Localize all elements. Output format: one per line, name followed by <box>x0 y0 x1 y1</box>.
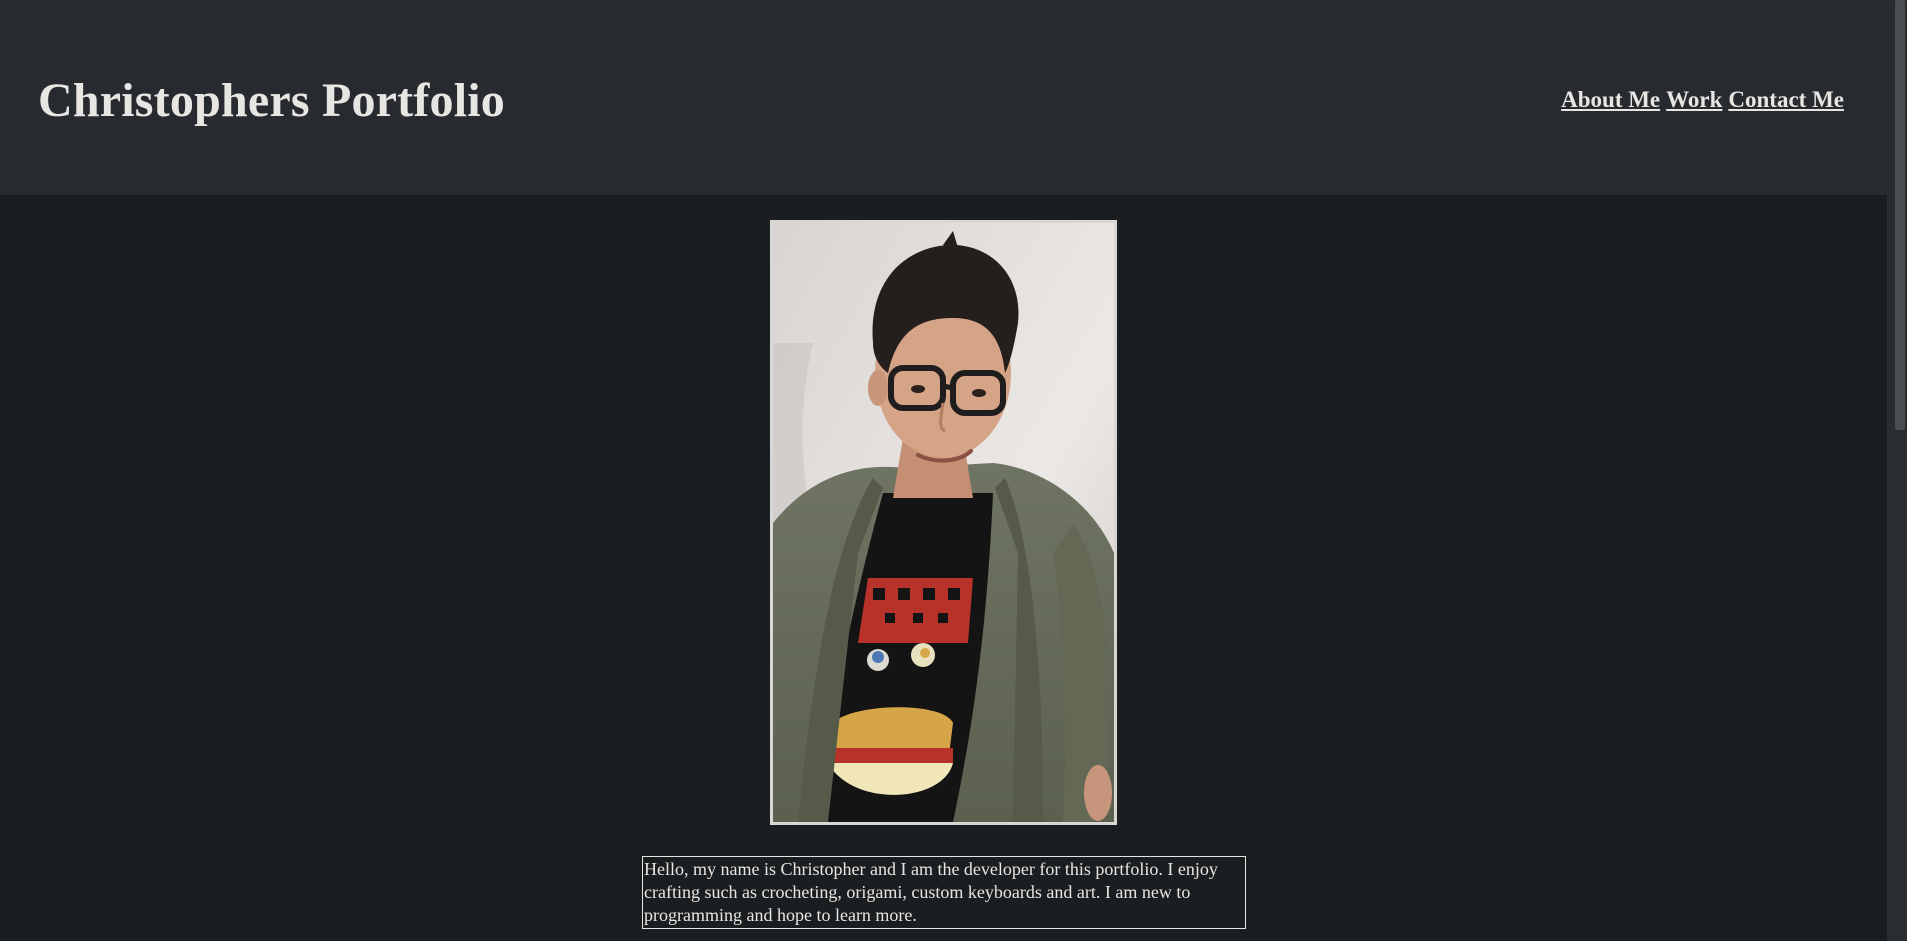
page: Christophers Portfolio About Me Work Con… <box>0 0 1907 941</box>
site-header: Christophers Portfolio About Me Work Con… <box>0 0 1887 195</box>
profile-photo-illustration <box>773 223 1114 822</box>
bio-text: Hello, my name is Christopher and I am t… <box>642 856 1246 929</box>
nav-link-about-me[interactable]: About Me <box>1561 87 1660 113</box>
nav-link-work[interactable]: Work <box>1666 87 1722 113</box>
main-nav: About Me Work Contact Me <box>1561 87 1844 113</box>
nav-link-contact-me[interactable]: Contact Me <box>1728 87 1844 113</box>
site-title: Christophers Portfolio <box>38 74 506 127</box>
profile-photo <box>770 220 1117 825</box>
main-content: Hello, my name is Christopher and I am t… <box>0 195 1887 941</box>
scrollbar-thumb[interactable] <box>1895 0 1905 430</box>
